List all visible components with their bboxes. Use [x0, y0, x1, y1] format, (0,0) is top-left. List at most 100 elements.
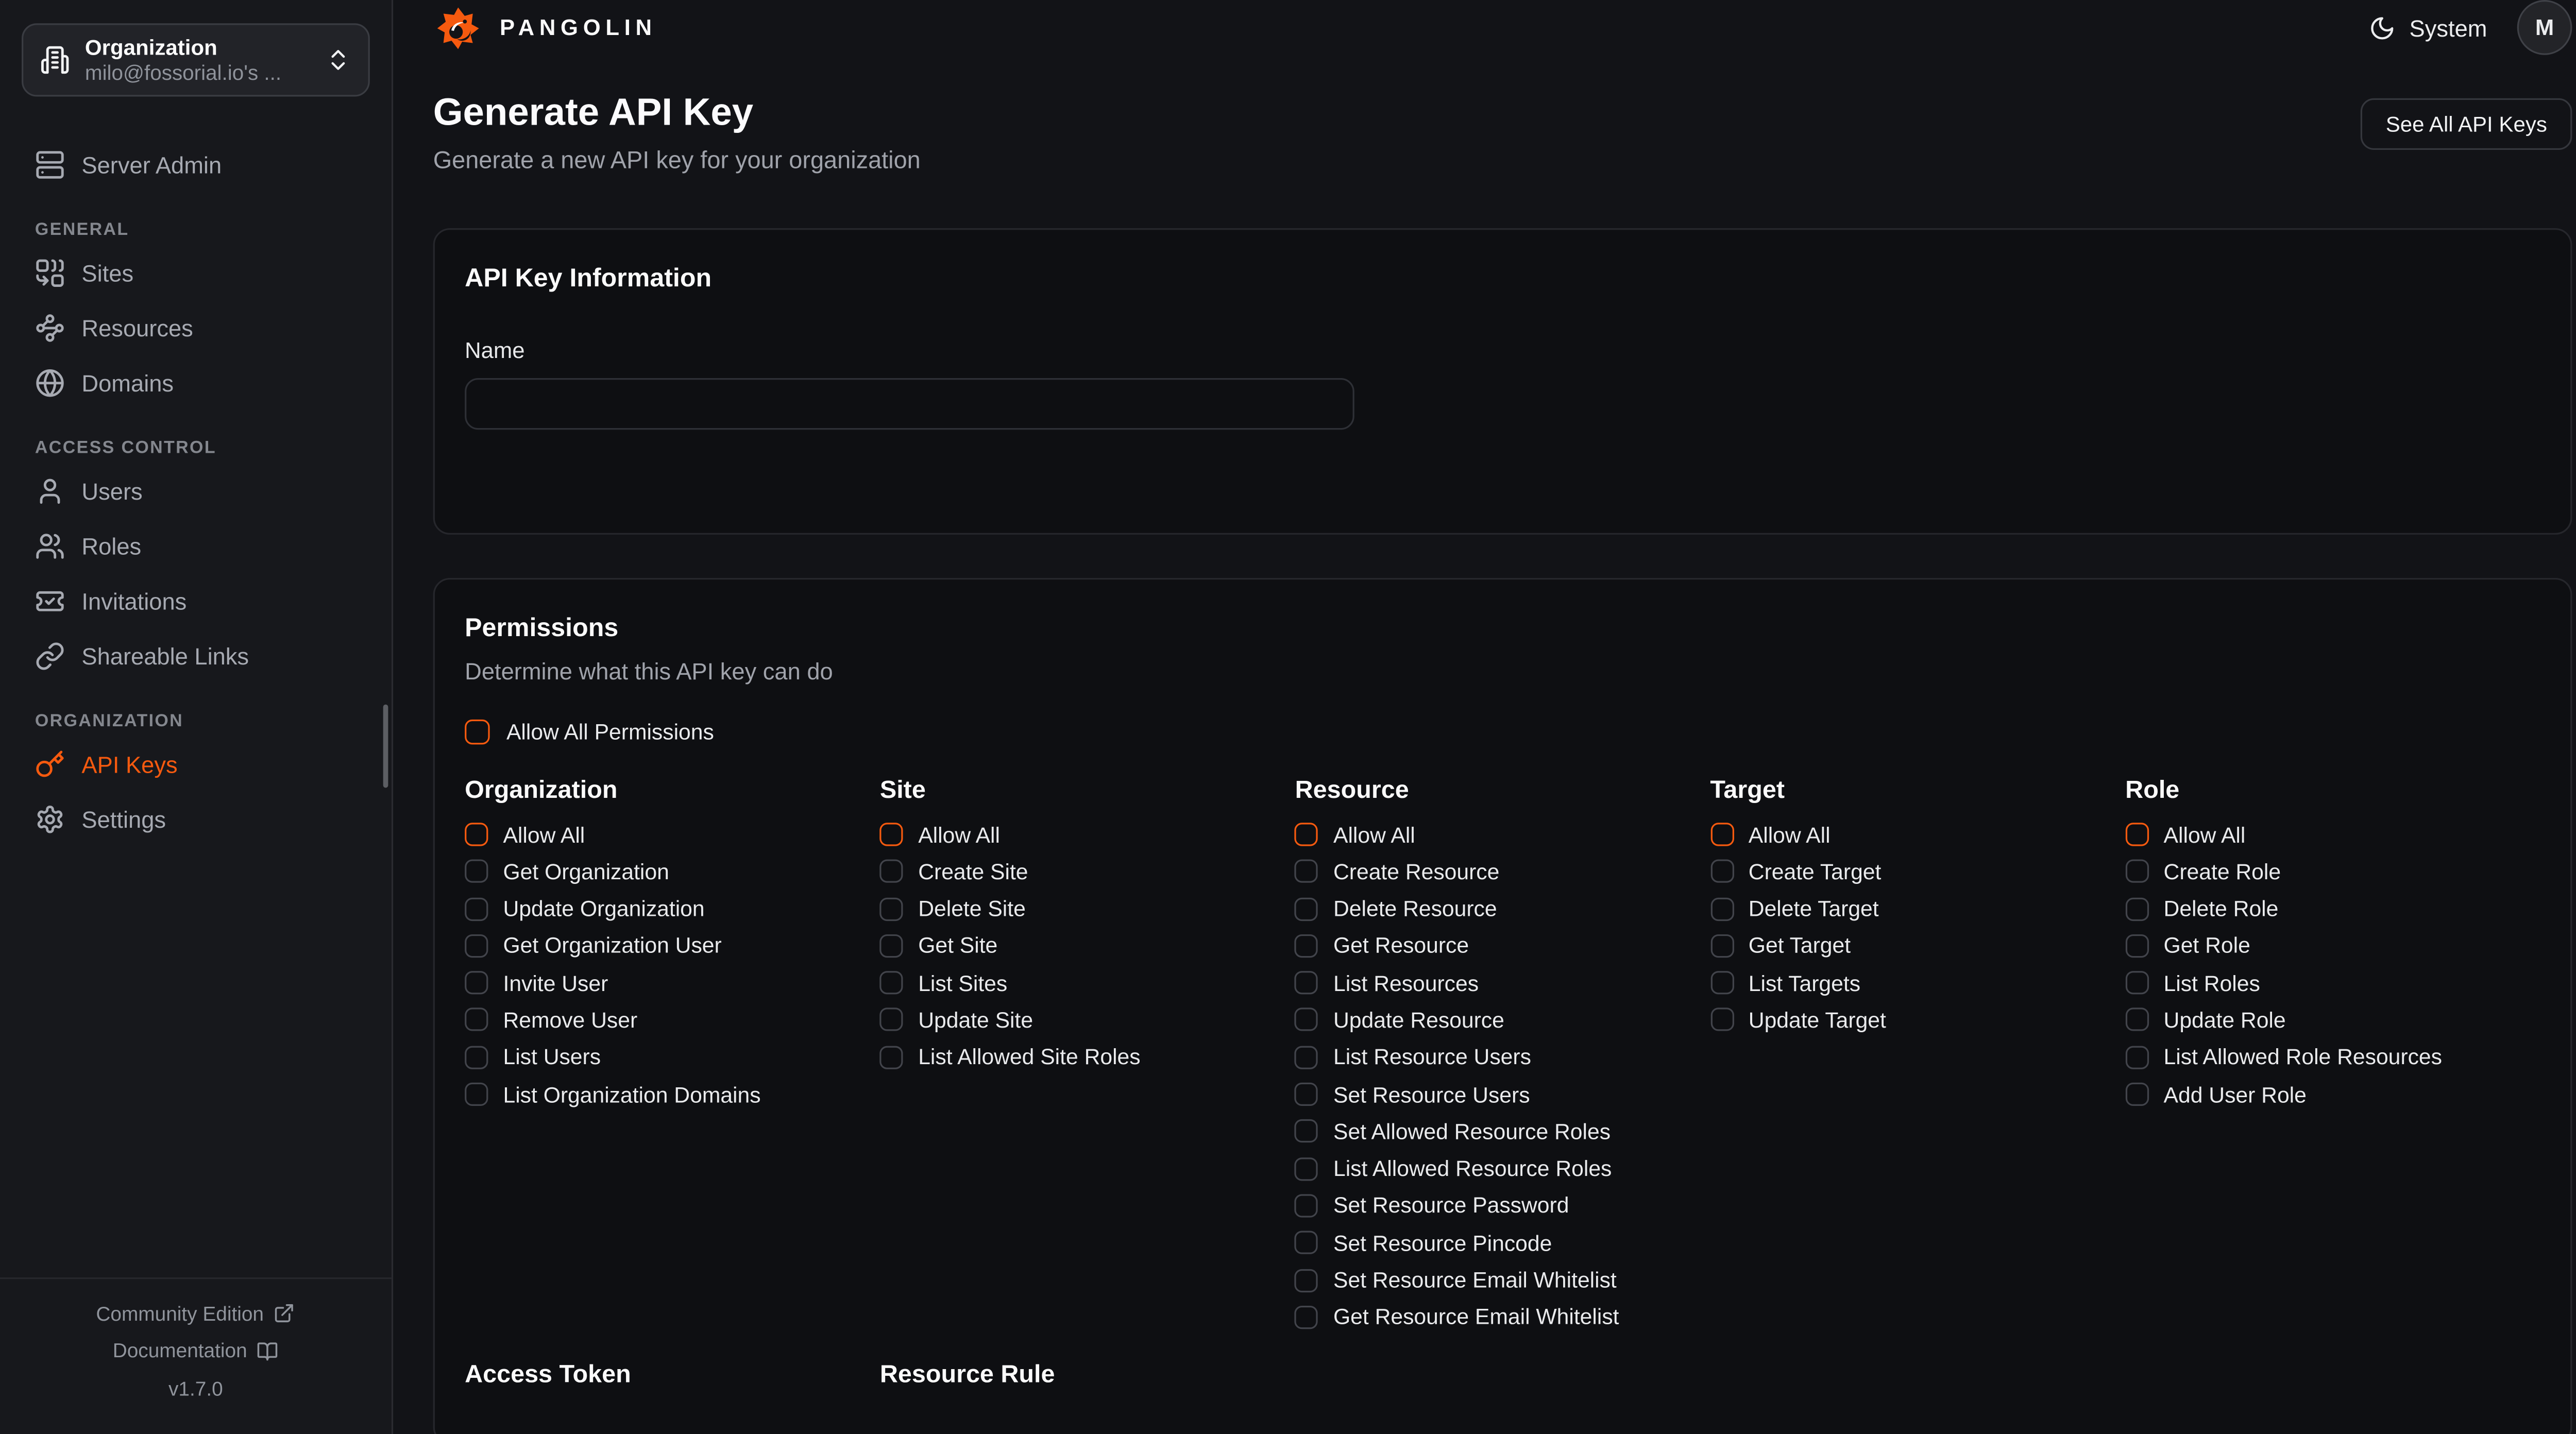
sidebar-item-invitations[interactable]: Invitations [22, 573, 370, 628]
checkbox-organization-get-organization-user[interactable] [465, 934, 488, 958]
perm-row-site-get-site: Get Site [880, 934, 1295, 958]
checkbox-role-list-roles[interactable] [2125, 971, 2148, 995]
footer-community-edition[interactable]: Community Edition [0, 1295, 392, 1333]
sidebar: Organization milo@fossorial.io's ... Ser… [0, 0, 393, 1434]
checkbox-resource-set-resource-password[interactable] [1295, 1194, 1318, 1217]
checkbox-target-get-target[interactable] [1710, 934, 1733, 958]
user-icon [35, 475, 65, 505]
checkbox-organization-list-users[interactable] [465, 1046, 488, 1069]
theme-toggle[interactable]: System [2369, 14, 2487, 41]
sidebar-item-server-admin[interactable]: Server Admin [22, 136, 370, 192]
perm-row-resource-set-resource-users: Set Resource Users [1295, 1083, 1710, 1106]
perm-row-role-allow-all: Allow All [2125, 823, 2540, 846]
perm-row-site-list-allowed-site-roles: List Allowed Site Roles [880, 1046, 1295, 1069]
perm-group-title: Site [880, 775, 1295, 806]
checkbox-resource-create-resource[interactable] [1295, 860, 1318, 883]
checkbox-target-update-target[interactable] [1710, 1009, 1733, 1032]
sidebar-item-roles[interactable]: Roles [22, 518, 370, 573]
sidebar-item-shareable-links[interactable]: Shareable Links [22, 628, 370, 683]
checkbox-site-update-site[interactable] [880, 1009, 903, 1032]
checkbox-organization-remove-user[interactable] [465, 1009, 488, 1032]
permissions-grid: OrganizationAllow AllGet OrganizationUpd… [465, 775, 2540, 1408]
perm-item-label: Invite User [503, 970, 608, 996]
perm-item-label: Update Resource [1333, 1008, 1504, 1033]
allow-all-permissions-label: Allow All Permissions [506, 720, 714, 745]
checkbox-resource-set-resource-users[interactable] [1295, 1083, 1318, 1106]
perm-group-resource: ResourceAllow AllCreate ResourceDelete R… [1295, 775, 1710, 1343]
footer-documentation[interactable]: Documentation [0, 1333, 392, 1370]
perm-row-organization-get-organization-user: Get Organization User [465, 934, 880, 958]
checkbox-site-create-site[interactable] [880, 860, 903, 883]
org-switcher[interactable]: Organization milo@fossorial.io's ... [22, 23, 370, 96]
perm-row-site-update-site: Update Site [880, 1009, 1295, 1032]
checkbox-role-add-user-role[interactable] [2125, 1083, 2148, 1106]
checkbox-role-get-role[interactable] [2125, 934, 2148, 958]
sidebar-section-organization: ORGANIZATION [35, 711, 357, 731]
perm-item-label: Update Site [918, 1008, 1033, 1033]
perm-group-resource-rule: Resource Rule [880, 1359, 1295, 1408]
checkbox-site-get-site[interactable] [880, 934, 903, 958]
perm-row-role-list-allowed-role-resources: List Allowed Role Resources [2125, 1046, 2540, 1069]
sidebar-item-sites[interactable]: Sites [22, 245, 370, 300]
sidebar-item-domains[interactable]: Domains [22, 355, 370, 410]
checkbox-role-delete-role[interactable] [2125, 897, 2148, 920]
checkbox-resource-allow-all[interactable] [1295, 823, 1318, 846]
see-all-api-keys-button[interactable]: See All API Keys [2361, 98, 2572, 150]
user-avatar[interactable]: M [2517, 0, 2572, 55]
chevrons-up-down-icon [325, 47, 352, 74]
sidebar-item-settings[interactable]: Settings [22, 791, 370, 846]
checkbox-resource-list-allowed-resource-roles[interactable] [1295, 1157, 1318, 1180]
checkbox-role-update-role[interactable] [2125, 1009, 2148, 1032]
brand: PANGOLIN [433, 3, 657, 53]
permissions-title: Permissions [465, 613, 2540, 646]
sidebar-item-users[interactable]: Users [22, 463, 370, 518]
checkbox-organization-update-organization[interactable] [465, 897, 488, 920]
perm-group-site: SiteAllow AllCreate SiteDelete SiteGet S… [880, 775, 1295, 1083]
checkbox-target-allow-all[interactable] [1710, 823, 1733, 846]
checkbox-resource-delete-resource[interactable] [1295, 897, 1318, 920]
sidebar-scrollbar-thumb[interactable] [383, 705, 388, 788]
external-link-icon [274, 1303, 295, 1324]
checkbox-target-list-targets[interactable] [1710, 971, 1733, 995]
checkbox-resource-set-resource-pincode[interactable] [1295, 1231, 1318, 1254]
footer-label: v1.7.0 [168, 1377, 223, 1400]
checkbox-resource-update-resource[interactable] [1295, 1009, 1318, 1032]
perm-item-label: Create Target [1749, 859, 1882, 884]
allow-all-permissions-checkbox[interactable] [465, 720, 490, 745]
checkbox-site-list-allowed-site-roles[interactable] [880, 1046, 903, 1069]
checkbox-resource-get-resource-email-whitelist[interactable] [1295, 1306, 1318, 1329]
checkbox-site-delete-site[interactable] [880, 897, 903, 920]
perm-row-resource-delete-resource: Delete Resource [1295, 897, 1710, 920]
sidebar-item-resources[interactable]: Resources [22, 300, 370, 355]
checkbox-organization-list-organization-domains[interactable] [465, 1083, 488, 1106]
sidebar-item-api-keys[interactable]: API Keys [22, 736, 370, 791]
checkbox-role-list-allowed-role-resources[interactable] [2125, 1046, 2148, 1069]
checkbox-target-delete-target[interactable] [1710, 897, 1733, 920]
checkbox-site-list-sites[interactable] [880, 971, 903, 995]
footer-v1-7-0: v1.7.0 [0, 1370, 392, 1407]
checkbox-role-allow-all[interactable] [2125, 823, 2148, 846]
perm-row-organization-invite-user: Invite User [465, 971, 880, 995]
checkbox-site-allow-all[interactable] [880, 823, 903, 846]
checkbox-organization-get-organization[interactable] [465, 860, 488, 883]
perm-item-label: List Roles [2164, 970, 2260, 996]
checkbox-resource-set-allowed-resource-roles[interactable] [1295, 1120, 1318, 1143]
settings-icon [35, 804, 65, 833]
sidebar-item-label: Sites [81, 259, 133, 286]
checkbox-resource-list-resources[interactable] [1295, 971, 1318, 995]
perm-item-label: List Sites [918, 970, 1007, 996]
perm-item-label: Create Site [918, 859, 1028, 884]
checkbox-target-create-target[interactable] [1710, 860, 1733, 883]
sidebar-item-label: Server Admin [81, 151, 222, 178]
checkbox-organization-allow-all[interactable] [465, 823, 488, 846]
checkbox-organization-invite-user[interactable] [465, 971, 488, 995]
checkbox-resource-get-resource[interactable] [1295, 934, 1318, 958]
checkbox-role-create-role[interactable] [2125, 860, 2148, 883]
perm-row-resource-set-allowed-resource-roles: Set Allowed Resource Roles [1295, 1120, 1710, 1143]
perm-row-resource-update-resource: Update Resource [1295, 1009, 1710, 1032]
checkbox-resource-list-resource-users[interactable] [1295, 1046, 1318, 1069]
checkbox-resource-set-resource-email-whitelist[interactable] [1295, 1268, 1318, 1291]
sidebar-nav: Server AdminGENERALSitesResourcesDomains… [0, 97, 392, 846]
perm-item-label: Get Target [1749, 933, 1851, 959]
name-input[interactable] [465, 378, 1354, 430]
